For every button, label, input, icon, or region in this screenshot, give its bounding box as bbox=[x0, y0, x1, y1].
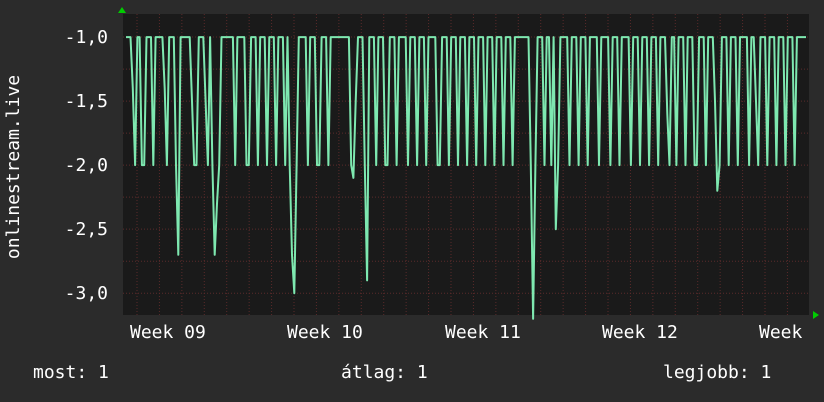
y-tick-label: -1,5 bbox=[65, 91, 108, 112]
y-tick-label: -3,0 bbox=[65, 283, 108, 304]
stat-now: most: 1 bbox=[33, 362, 109, 383]
x-axis-arrow-icon bbox=[813, 311, 819, 319]
x-tick-label: Week bbox=[759, 322, 803, 343]
x-tick-label: Week 09 bbox=[130, 322, 206, 343]
x-tick-label: Week 10 bbox=[287, 322, 363, 343]
x-tick-label: Week 12 bbox=[602, 322, 678, 343]
chart: -1,0-1,5-2,0-2,5-3,0 Week 09 Week 10 Week … bbox=[3, 7, 819, 343]
stat-average: átlag: 1 bbox=[341, 362, 428, 383]
x-axis-ticks: Week 09 Week 10 Week 11 Week 12 Week bbox=[130, 322, 803, 343]
y-tick-label: -2,5 bbox=[65, 219, 108, 240]
y-axis-ticks: -1,0 -1,5 -2,0 -2,5 -3,0 bbox=[65, 27, 108, 304]
x-tick-label: Week 11 bbox=[445, 322, 521, 343]
y-axis-label: onlinestream.live bbox=[3, 75, 24, 259]
y-axis-arrow-icon bbox=[118, 7, 126, 13]
y-tick-label: -2,0 bbox=[65, 155, 108, 176]
y-tick-label: -1,0 bbox=[65, 27, 108, 48]
stat-max: legjobb: 1 bbox=[663, 362, 772, 383]
